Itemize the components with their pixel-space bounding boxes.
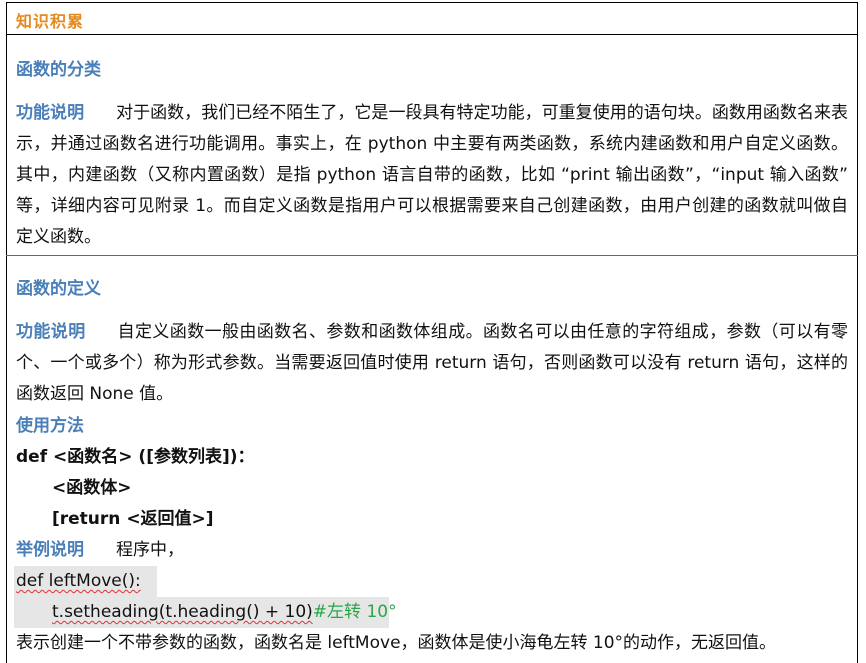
code-def-text: def leftMove(): bbox=[16, 571, 141, 591]
example-line: 举例说明 程序中， bbox=[16, 535, 184, 566]
example-text: 程序中， bbox=[116, 540, 184, 560]
function-description-label-2: 功能说明 bbox=[16, 322, 86, 342]
section2-paragraph: 功能说明 自定义函数一般由函数名、参数和函数体组成。函数名可以由任意的字符组成，参… bbox=[16, 317, 848, 410]
code-body-code: t.setheading(t.heading() + 10) bbox=[52, 602, 313, 622]
section-title-classification: 函数的分类 bbox=[16, 60, 101, 80]
syntax-body-line: <函数体> bbox=[52, 478, 132, 498]
code-body-comment: #左转 10° bbox=[312, 602, 397, 622]
example-label: 举例说明 bbox=[16, 540, 84, 560]
syntax-return-line: [return <返回值>] bbox=[52, 509, 214, 529]
function-description-label: 功能说明 bbox=[16, 103, 85, 123]
section-title-definition: 函数的定义 bbox=[16, 279, 101, 299]
explanation-line: 表示创建一个不带参数的函数，函数名是 leftMove，函数体是使小海龟左转 1… bbox=[16, 633, 777, 653]
usage-label: 使用方法 bbox=[16, 416, 84, 436]
document-page: 知识积累 函数的分类 功能说明 对于函数，我们已经不陌生了，它是一段具有特定功能，… bbox=[0, 0, 866, 663]
syntax-def-line: def <函数名> ([参数列表])： bbox=[16, 447, 255, 467]
code-line-def: def leftMove(): bbox=[16, 566, 141, 597]
section-divider bbox=[6, 255, 858, 256]
code-line-body: t.setheading(t.heading() + 10)#左转 10° bbox=[52, 597, 397, 628]
section1-text: 对于函数，我们已经不陌生了，它是一段具有特定功能，可重复使用的语句块。函数用函数… bbox=[16, 103, 849, 247]
section2-text: 自定义函数一般由函数名、参数和函数体组成。函数名可以由任意的字符组成，参数（可以… bbox=[16, 322, 849, 404]
header-title: 知识积累 bbox=[16, 12, 85, 31]
header-row: 知识积累 bbox=[6, 2, 858, 35]
section1-paragraph: 功能说明 对于函数，我们已经不陌生了，它是一段具有特定功能，可重复使用的语句块。函… bbox=[16, 98, 848, 253]
